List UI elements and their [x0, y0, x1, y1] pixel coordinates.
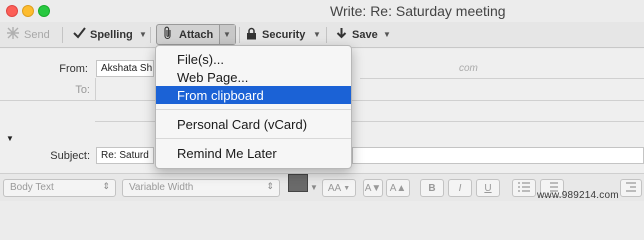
lock-icon	[244, 27, 258, 43]
from-underline	[360, 78, 644, 79]
paragraph-style-select[interactable]: Body Text ⇕	[3, 179, 116, 197]
save-menu-arrow[interactable]: ▼	[381, 25, 393, 44]
from-suffix: com	[459, 63, 478, 74]
security-menu-arrow[interactable]: ▼	[311, 25, 323, 44]
spelling-label: Spelling	[90, 28, 133, 41]
attach-menu-arrow[interactable]: ▼	[221, 25, 233, 44]
attach-button[interactable]: Attach	[161, 25, 213, 44]
send-icon	[6, 27, 20, 42]
chevron-down-icon[interactable]: ▼	[310, 183, 318, 192]
list-icon	[518, 181, 530, 195]
spelling-menu-arrow[interactable]: ▼	[137, 25, 149, 44]
chevron-updown-icon: ⇕	[102, 181, 110, 191]
checkmark-icon	[72, 27, 86, 42]
attach-dropdown-menu: File(s)... Web Page... From clipboard Pe…	[155, 45, 352, 169]
subject-field[interactable]: Re: Saturd	[96, 147, 154, 164]
to-field-edge	[95, 78, 96, 101]
menu-item-files[interactable]: File(s)...	[156, 50, 351, 68]
paperclip-icon	[161, 26, 175, 43]
spelling-button[interactable]: Spelling	[72, 25, 133, 44]
send-label: Send	[24, 28, 50, 41]
download-arrow-icon	[334, 27, 348, 42]
font-size-label: AA	[327, 182, 342, 194]
toolbar-divider	[62, 27, 63, 43]
menu-item-web-page[interactable]: Web Page...	[156, 68, 351, 86]
minimize-window-button[interactable]	[22, 5, 34, 17]
window-title: Write: Re: Saturday meeting	[330, 3, 506, 19]
subject-field-continued[interactable]	[352, 147, 644, 164]
title-bar: Write: Re: Saturday meeting	[0, 0, 644, 22]
cc-row-line	[95, 121, 155, 122]
menu-item-remind-me-later[interactable]: Remind Me Later	[156, 144, 351, 162]
font-select[interactable]: Variable Width ⇕	[122, 179, 280, 197]
underline-button[interactable]: U	[476, 179, 500, 197]
toolbar-divider	[239, 27, 240, 43]
italic-button[interactable]: I	[448, 179, 472, 197]
chevron-updown-icon: ⇕	[266, 181, 274, 191]
save-button[interactable]: Save	[334, 25, 378, 44]
toolbar-divider	[150, 27, 151, 43]
zoom-window-button[interactable]	[38, 5, 50, 17]
to-row-line-right	[352, 100, 644, 101]
menu-item-from-clipboard[interactable]: From clipboard	[156, 86, 351, 104]
security-button[interactable]: Security	[244, 25, 305, 44]
from-label: From:	[59, 63, 88, 75]
send-button[interactable]: Send	[6, 25, 50, 44]
save-label: Save	[352, 28, 378, 41]
toolbar-divider	[326, 27, 327, 43]
to-row-line	[0, 100, 155, 101]
subject-label: Subject:	[50, 150, 90, 162]
font-value: Variable Width	[129, 182, 194, 193]
indent-button[interactable]	[620, 179, 642, 197]
watermark-text: www.989214.com	[537, 190, 619, 201]
increase-font-button[interactable]: A▲	[386, 179, 410, 197]
decrease-font-button[interactable]: A▼	[363, 179, 383, 197]
bold-button[interactable]: B	[420, 179, 444, 197]
paragraph-style-value: Body Text	[10, 182, 54, 193]
text-color-swatch[interactable]	[288, 174, 308, 192]
bullet-list-button[interactable]	[512, 179, 536, 197]
menu-divider	[156, 109, 351, 110]
security-label: Security	[262, 28, 306, 41]
font-size-button[interactable]: AA ▼	[322, 179, 356, 197]
disclosure-triangle-icon[interactable]: ▼	[6, 134, 14, 143]
close-window-button[interactable]	[6, 5, 18, 17]
menu-divider	[156, 138, 351, 139]
to-label: To:	[75, 84, 90, 96]
from-field[interactable]: Akshata Sh	[96, 60, 154, 77]
attach-label: Attach	[179, 28, 214, 41]
cc-row-line-right	[352, 121, 644, 122]
indent-icon	[626, 181, 636, 195]
menu-item-personal-card[interactable]: Personal Card (vCard)	[156, 115, 351, 133]
